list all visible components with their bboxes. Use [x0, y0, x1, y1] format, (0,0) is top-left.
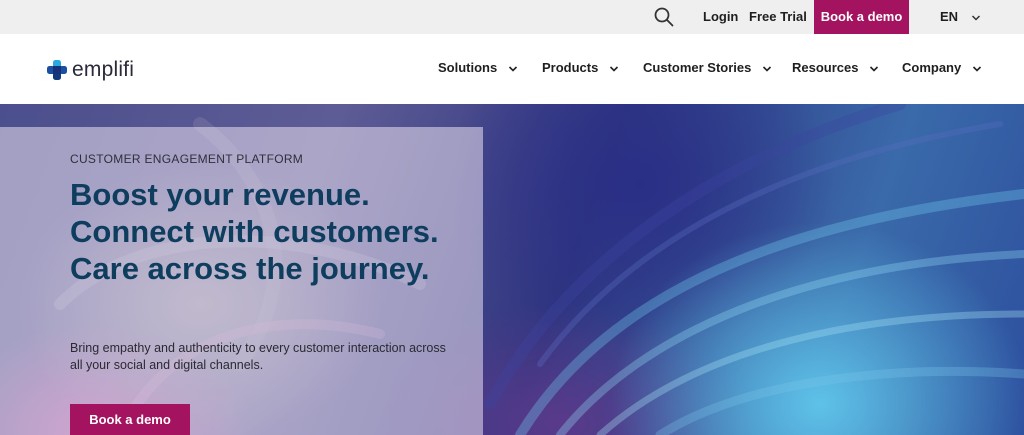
nav-resources[interactable]: Resources	[792, 34, 879, 104]
book-demo-hero-button[interactable]: Book a demo	[70, 404, 190, 435]
logo-wordmark: emplifi	[72, 58, 135, 81]
emplifi-logo[interactable]: emplifi	[46, 56, 134, 84]
nav-label: Solutions	[438, 60, 498, 75]
hero-title: Boost your revenue. Connect with custome…	[70, 177, 439, 286]
login-link[interactable]: Login	[703, 0, 738, 34]
nav-customer-stories[interactable]: Customer Stories	[643, 34, 772, 104]
search-icon[interactable]	[653, 6, 675, 28]
hero-eyebrow: CUSTOMER ENGAGEMENT PLATFORM	[70, 152, 304, 166]
chevron-down-icon	[762, 65, 772, 72]
nav-company[interactable]: Company	[902, 34, 982, 104]
language-label: EN	[940, 9, 959, 24]
chevron-down-icon	[609, 65, 619, 72]
language-selector[interactable]: EN	[940, 0, 981, 34]
hero-subtitle: Bring empathy and authenticity to every …	[70, 341, 446, 372]
logo-icon	[47, 60, 67, 80]
chevron-down-icon	[972, 65, 981, 72]
nav-products[interactable]: Products	[542, 34, 619, 104]
nav-label: Company	[902, 60, 962, 75]
main-nav: emplifi Solutions Products Customer Stor…	[0, 34, 1024, 104]
chevron-down-icon	[971, 15, 980, 21]
hero-section: CUSTOMER ENGAGEMENT PLATFORM Boost your …	[0, 104, 1024, 435]
chevron-down-icon	[870, 65, 879, 72]
book-demo-top-button[interactable]: Book a demo	[814, 0, 909, 34]
chevron-down-icon	[508, 65, 517, 72]
nav-label: Customer Stories	[643, 60, 752, 75]
nav-solutions[interactable]: Solutions	[438, 34, 518, 104]
utility-bar: Login Free Trial Book a demo EN	[0, 0, 1024, 34]
nav-label: Products	[542, 60, 599, 75]
free-trial-link[interactable]: Free Trial	[749, 0, 807, 34]
nav-label: Resources	[792, 60, 859, 75]
